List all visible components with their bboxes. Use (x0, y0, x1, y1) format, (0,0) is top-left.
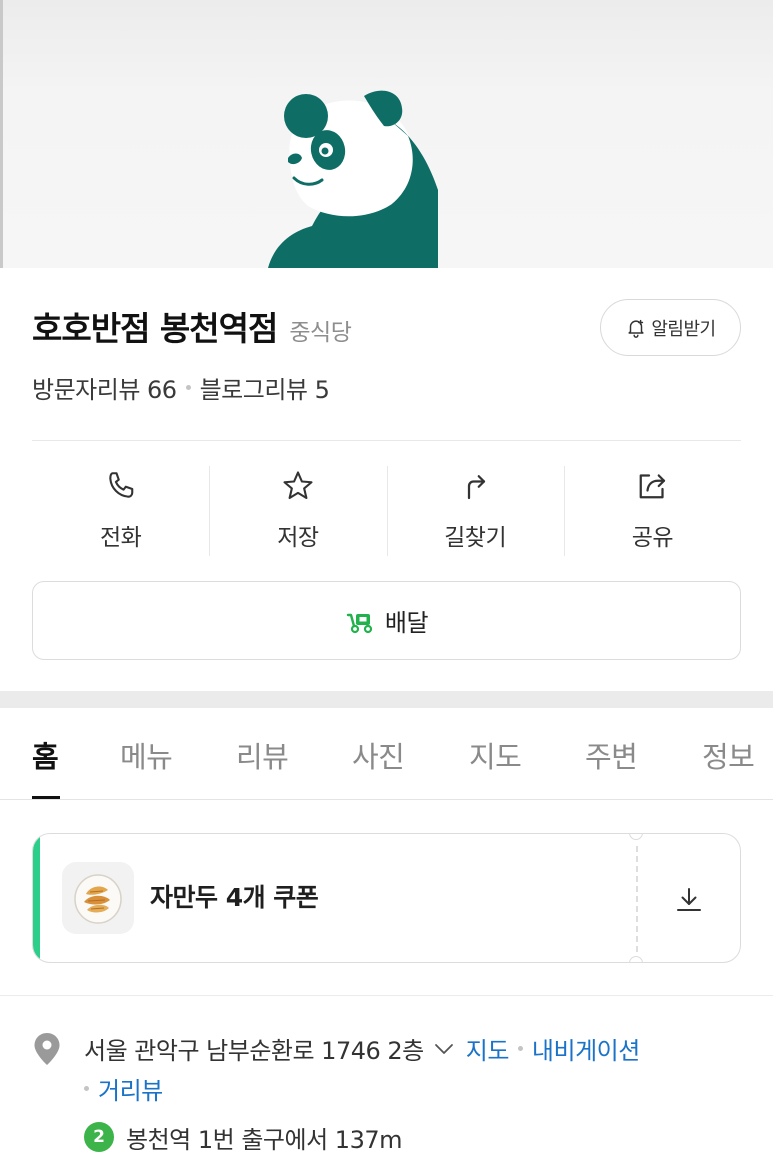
station-info: 봉천역 1번 출구에서 137m (126, 1126, 402, 1154)
subway-line-badge: 2 (84, 1122, 114, 1152)
tab-map[interactable]: 지도 (469, 734, 522, 776)
star-icon (283, 471, 313, 500)
panda-logo-icon (268, 90, 438, 268)
navigation-link[interactable]: 내비게이션 (532, 1031, 640, 1066)
coupon-title: 자만두 4개 쿠폰 (150, 883, 319, 912)
separator-dot (84, 1086, 89, 1091)
save-button[interactable]: 저장 (209, 462, 386, 558)
map-link[interactable]: 지도 (466, 1031, 510, 1066)
address-text[interactable]: 서울 관악구 남부순환로 1746 2층 (84, 1031, 424, 1066)
separator-dot (185, 385, 191, 390)
street-view-link[interactable]: 거리뷰 (98, 1071, 163, 1106)
hero-edge (0, 0, 3, 268)
blog-review-count[interactable]: 블로그리뷰 5 (200, 370, 330, 405)
tab-reviews[interactable]: 리뷰 (236, 734, 289, 776)
coupon-card[interactable]: 자만두 4개 쿠폰 (32, 833, 741, 963)
phone-icon (108, 472, 133, 498)
call-button[interactable]: 전화 (32, 462, 209, 558)
address-line-2: 거리뷰 (84, 1071, 163, 1106)
download-icon[interactable] (673, 884, 705, 916)
tab-home[interactable]: 홈 (32, 734, 59, 776)
call-label: 전화 (99, 525, 142, 551)
tab-bar: 홈 메뉴 리뷰 사진 지도 주변 정보 (0, 708, 773, 800)
directions-label: 길찾기 (444, 525, 507, 551)
visitor-review-count[interactable]: 방문자리뷰 66 (32, 370, 177, 405)
tab-nearby[interactable]: 주변 (585, 734, 638, 776)
title-row: 호호반점 봉천역점 중식당 (32, 302, 352, 350)
save-label: 저장 (277, 525, 319, 551)
directions-icon (468, 475, 486, 500)
tab-photos[interactable]: 사진 (352, 734, 405, 776)
share-icon (640, 474, 666, 499)
tab-info[interactable]: 정보 (702, 734, 755, 776)
address-line: 서울 관악구 남부순환로 1746 2층 지도 내비게이션 (84, 1031, 640, 1066)
directions-button[interactable]: 길찾기 (386, 462, 564, 558)
delivery-label: 배달 (384, 609, 429, 637)
chevron-down-icon[interactable] (432, 1037, 456, 1061)
coupon-notch-top (629, 834, 643, 840)
delivery-button[interactable]: 배달 (32, 581, 741, 660)
place-category: 중식당 (289, 320, 352, 346)
alarm-button[interactable]: 알림받기 (600, 299, 741, 356)
coupon-thumbnail (62, 862, 134, 934)
place-detail-page: 호호반점 봉천역점 중식당 알림받기 방문자리뷰 66 블로그리뷰 5 전화 저… (0, 0, 773, 1176)
delivery-truck-icon (346, 613, 373, 633)
hero-image[interactable] (0, 0, 773, 268)
share-label: 공유 (631, 525, 674, 551)
divider (32, 440, 741, 441)
tab-menu[interactable]: 메뉴 (120, 734, 173, 776)
coupon-perforation (636, 846, 638, 952)
share-button[interactable]: 공유 (563, 462, 741, 558)
dumpling-plate-icon (74, 874, 122, 924)
location-pin-icon (34, 1033, 60, 1065)
section-gap (0, 691, 773, 708)
coupon-notch-bottom (629, 956, 643, 962)
tab-bar-border (0, 799, 773, 800)
alarm-label: 알림받기 (651, 318, 716, 340)
place-name: 호호반점 봉천역점 (32, 309, 278, 348)
separator-dot (517, 1046, 523, 1051)
divider (0, 995, 773, 996)
bell-plus-icon (628, 319, 644, 338)
action-bar: 전화 저장 길찾기 공유 (32, 462, 741, 558)
review-counts: 방문자리뷰 66 블로그리뷰 5 (32, 370, 330, 405)
coupon-accent-bar (33, 834, 40, 962)
